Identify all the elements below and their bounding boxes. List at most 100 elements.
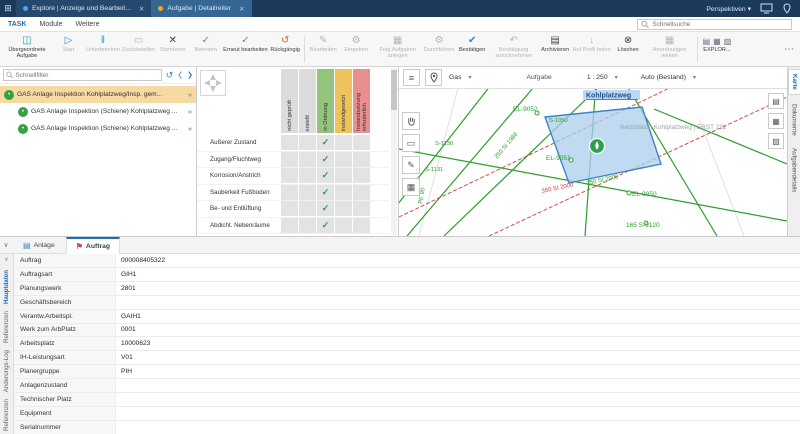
matrix-cell[interactable] (353, 218, 370, 233)
scrollbar[interactable] (391, 68, 397, 235)
tab-dokumente[interactable]: Dokumente (789, 100, 800, 140)
locate-button[interactable] (425, 69, 442, 86)
cancel-task-button[interactable]: ✕Stornieren (156, 33, 189, 65)
nav-back-icon[interactable]: ❮ (177, 71, 183, 79)
side-tab-aenderungs-log[interactable]: Änderungs-Log (3, 350, 10, 392)
tree-item[interactable]: • GAS Anlage Inspektion Kohlplatzweg/Ins… (0, 86, 196, 103)
scrollbar-thumb[interactable] (391, 70, 397, 110)
global-search[interactable] (637, 19, 792, 30)
fetch-profile-button[interactable]: ↓Auf Profil holen (572, 33, 612, 65)
field-value[interactable]: V01 (116, 351, 800, 364)
revoke-confirmation-button[interactable]: ↶Bestätigung zurücknehmen (489, 33, 539, 65)
interrupt-button[interactable]: ‖Unterbrechen (85, 33, 121, 65)
matrix-cell[interactable] (335, 218, 352, 233)
field-value[interactable]: 0001 (116, 324, 800, 337)
field-value[interactable] (116, 379, 800, 392)
matrix-cell[interactable] (281, 201, 298, 216)
matrix-cell[interactable] (281, 218, 298, 233)
field-value[interactable]: 000008405322 (116, 254, 800, 267)
matrix-cell-checked[interactable]: ✓ (317, 201, 334, 216)
matrix-cell[interactable] (335, 201, 352, 216)
field-value[interactable] (116, 407, 800, 420)
field-value[interactable]: PIH (116, 365, 800, 378)
defer-button[interactable]: ▭Zurückstellen (121, 33, 156, 65)
overview-button[interactable]: ▧ (768, 133, 784, 149)
side-tab-referenzen[interactable]: Referenzen (3, 311, 10, 343)
matrix-cell[interactable] (299, 218, 316, 233)
matrix-cell[interactable] (353, 135, 370, 150)
quick-filter-input[interactable] (16, 72, 159, 79)
rework-button[interactable]: ✓Erneut bearbeiten (222, 33, 268, 65)
explor-group[interactable]: ▤ ▦ ▧ EXPLOR... (700, 33, 735, 65)
parent-task-button[interactable]: ◫Übergeordnete Aufgabe (2, 33, 52, 65)
tab-aufgabendetails[interactable]: Aufgabendetails (789, 144, 800, 196)
matrix-cell-checked[interactable]: ✓ (317, 168, 334, 183)
field-value[interactable] (116, 421, 800, 434)
matrix-cell[interactable] (335, 185, 352, 200)
nav-forward-icon[interactable]: ❯ (187, 71, 193, 79)
asset-marker[interactable] (590, 139, 605, 154)
archive-button[interactable]: ▤Archivieren (539, 33, 572, 65)
matrix-cell[interactable] (281, 135, 298, 150)
window-tab-explore[interactable]: Explore | Anzeige und Bearbeit... ✕ (16, 0, 151, 17)
quick-filter[interactable] (3, 69, 162, 81)
menu-module[interactable]: Module (40, 21, 63, 28)
delete-button[interactable]: ⊗Löschen (612, 33, 645, 65)
side-tab-referenzen-2[interactable]: Referenzen (3, 399, 10, 431)
matrix-cell[interactable] (281, 152, 298, 167)
field-value[interactable]: GAIH1 (116, 310, 800, 323)
matrix-cell[interactable] (335, 135, 352, 150)
map-menu-button[interactable]: ≡ (403, 69, 420, 86)
tree-item[interactable]: • GAS Anlage Inspektion (Schiene) Kohlpl… (0, 120, 196, 137)
expand-chevron-icon[interactable]: » (188, 90, 192, 99)
matrix-cell[interactable] (299, 185, 316, 200)
compass-icon[interactable] (200, 70, 226, 96)
matrix-cell-checked[interactable]: ✓ (317, 218, 334, 233)
perspectives-dropdown[interactable]: Perspektiven ▾ (706, 5, 751, 13)
pin-icon[interactable] (782, 3, 792, 14)
sketch-tool-button[interactable]: ✎ (402, 156, 420, 174)
matrix-cell[interactable] (353, 152, 370, 167)
map-canvas[interactable]: Kohlplatzweg EL-9052 S-1050 Netzstation … (399, 89, 787, 236)
edit-button[interactable]: ✎Bearbeiten (307, 33, 340, 65)
collapse-chevron-icon[interactable]: ∨ (4, 256, 8, 263)
matrix-cell[interactable] (299, 135, 316, 150)
matrix-cell[interactable] (353, 201, 370, 216)
expand-chevron-icon[interactable]: » (188, 124, 192, 133)
pan-tool-button[interactable] (402, 112, 420, 130)
follow-up-task-button[interactable]: ▦Folg.Aufgaben anlegen (373, 33, 423, 65)
matrix-cell[interactable] (335, 168, 352, 183)
undo-button[interactable]: ↺Rückgängig (269, 33, 302, 65)
legend-button[interactable]: ▦ (768, 113, 784, 129)
arrangement-button[interactable]: ▦Anordnungen wirken (645, 33, 695, 65)
matrix-cell[interactable] (353, 185, 370, 200)
matrix-cell-checked[interactable]: ✓ (317, 185, 334, 200)
layer-select[interactable]: Gas ▾ (447, 74, 473, 81)
field-value[interactable]: 10000623 (116, 337, 800, 350)
search-input[interactable] (652, 21, 788, 28)
start-button[interactable]: ▷Start (52, 33, 85, 65)
window-tab-aufgabe[interactable]: Aufgabe | Detailreiter ✕ (151, 0, 251, 17)
matrix-cell[interactable] (299, 201, 316, 216)
expand-chevron-icon[interactable]: » (188, 107, 192, 116)
matrix-cell[interactable] (335, 152, 352, 167)
reset-filter-icon[interactable]: ↺ (166, 71, 174, 80)
enter-button[interactable]: ⚙Eingeben (340, 33, 373, 65)
field-value[interactable] (116, 393, 800, 406)
finish-button[interactable]: ✓Beenden (189, 33, 222, 65)
matrix-cell[interactable] (281, 185, 298, 200)
tab-auftrag[interactable]: ⚑ Auftrag (66, 237, 120, 254)
more-button[interactable]: ⋯ (780, 44, 798, 55)
field-value[interactable]: 2801 (116, 282, 800, 295)
app-menu-icon[interactable]: ⊞ (0, 3, 16, 14)
layers-button[interactable]: ▤ (768, 93, 784, 109)
menu-task[interactable]: TASK (8, 21, 27, 28)
field-value[interactable]: GIH1 (116, 268, 800, 281)
execute-button[interactable]: ⚙Durchführen (423, 33, 456, 65)
matrix-cell[interactable] (281, 168, 298, 183)
close-icon[interactable]: ✕ (139, 5, 144, 13)
scale-select[interactable]: 1 : 250 ▾ (585, 74, 620, 81)
tab-anlage[interactable]: ▤ Anlage (14, 237, 64, 253)
select-rect-tool-button[interactable]: ▭ (402, 134, 420, 152)
grid-tool-button[interactable]: ▦ (402, 178, 420, 196)
